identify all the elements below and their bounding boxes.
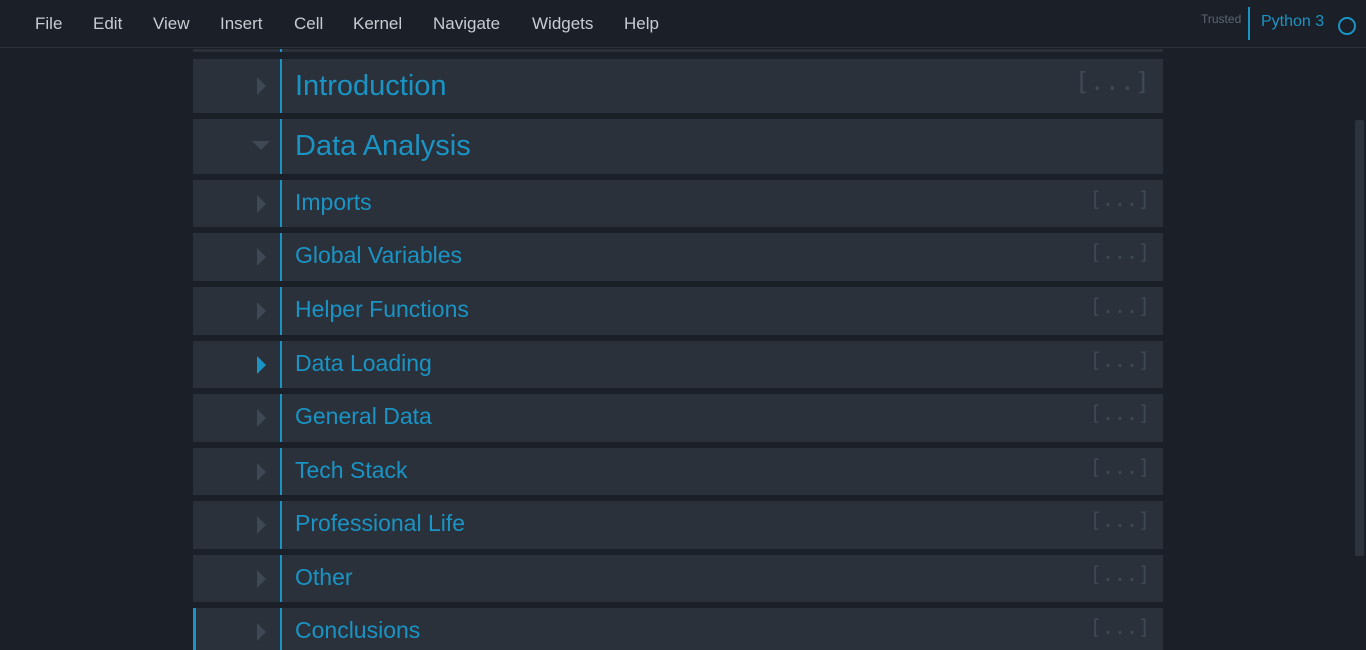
- caret-right-icon[interactable]: [257, 516, 266, 534]
- cell-prompt-area[interactable]: [193, 180, 280, 227]
- caret-right-icon[interactable]: [257, 77, 266, 95]
- menu-cell[interactable]: Cell: [294, 14, 323, 34]
- menu-view[interactable]: View: [153, 14, 190, 34]
- cell-input-border: [280, 341, 282, 388]
- heading-cell[interactable]: Introduction [...]: [193, 59, 1163, 113]
- collapsed-ellipsis[interactable]: [...]: [1090, 455, 1150, 479]
- cell-heading-text[interactable]: General Data: [295, 403, 432, 430]
- cell-prompt-area[interactable]: [193, 608, 280, 650]
- cell-input-border: [280, 448, 282, 495]
- kernel-separator: [1248, 7, 1250, 40]
- cell-heading-text[interactable]: Global Variables: [295, 242, 462, 269]
- caret-right-icon[interactable]: [257, 570, 266, 588]
- heading-cell[interactable]: Tech Stack [...]: [193, 448, 1163, 495]
- collapsed-ellipsis[interactable]: [...]: [1090, 187, 1150, 211]
- caret-right-icon[interactable]: [257, 356, 266, 374]
- heading-cell[interactable]: Other [...]: [193, 555, 1163, 602]
- heading-cell[interactable]: Imports [...]: [193, 180, 1163, 227]
- cell-prompt-area[interactable]: [193, 448, 280, 495]
- notebook-container: Introduction [...] Data Analysis Imports [..…: [0, 49, 1352, 650]
- cell-input-border: [280, 394, 282, 442]
- collapsed-ellipsis[interactable]: [...]: [1090, 294, 1150, 318]
- cell-heading-text[interactable]: Imports: [295, 189, 372, 216]
- cell-input-border: [280, 287, 282, 335]
- selected-cell-marker: [193, 608, 196, 650]
- menu-kernel[interactable]: Kernel: [353, 14, 402, 34]
- heading-cell[interactable]: Global Variables [...]: [193, 233, 1163, 281]
- heading-cell[interactable]: General Data [...]: [193, 394, 1163, 442]
- collapsed-ellipsis[interactable]: [...]: [1090, 562, 1150, 586]
- collapsed-ellipsis[interactable]: [...]: [1090, 240, 1150, 264]
- kernel-idle-circle-icon: [1338, 17, 1356, 35]
- cell-input-border: [280, 555, 282, 602]
- cell-heading-text[interactable]: Conclusions: [295, 617, 420, 644]
- cell-heading-text[interactable]: Introduction: [295, 70, 447, 103]
- cell-prompt-area[interactable]: [193, 59, 280, 113]
- heading-cell[interactable]: Professional Life [...]: [193, 501, 1163, 549]
- heading-cell[interactable]: Data Loading [...]: [193, 341, 1163, 388]
- caret-right-icon[interactable]: [257, 623, 266, 641]
- heading-cell[interactable]: Helper Functions [...]: [193, 287, 1163, 335]
- collapsed-ellipsis[interactable]: [...]: [1075, 67, 1150, 96]
- menu-help[interactable]: Help: [624, 14, 659, 34]
- caret-down-icon[interactable]: [252, 141, 270, 150]
- heading-cell[interactable]: Conclusions [...]: [193, 608, 1163, 650]
- cell-prompt-area[interactable]: [193, 555, 280, 602]
- cell-prompt-area[interactable]: [193, 233, 280, 281]
- cell-prompt-area[interactable]: [193, 394, 280, 442]
- cell-input-border: [280, 119, 282, 174]
- menu-navigate[interactable]: Navigate: [433, 14, 500, 34]
- collapsed-ellipsis[interactable]: [...]: [1090, 615, 1150, 639]
- caret-right-icon[interactable]: [257, 195, 266, 213]
- collapsed-ellipsis[interactable]: [...]: [1090, 401, 1150, 425]
- menu-insert[interactable]: Insert: [220, 14, 263, 34]
- cell-input-border: [280, 180, 282, 227]
- menu-edit[interactable]: Edit: [93, 14, 122, 34]
- cell-prompt-area[interactable]: [193, 501, 280, 549]
- caret-right-icon[interactable]: [257, 302, 266, 320]
- collapsed-ellipsis[interactable]: [...]: [1090, 348, 1150, 372]
- caret-right-icon[interactable]: [257, 248, 266, 266]
- kernel-name[interactable]: Python 3: [1261, 13, 1324, 31]
- caret-right-icon[interactable]: [257, 463, 266, 481]
- cell-heading-text[interactable]: Data Analysis: [295, 130, 471, 163]
- caret-right-icon[interactable]: [257, 409, 266, 427]
- cell-heading-text[interactable]: Tech Stack: [295, 457, 408, 484]
- cell-heading-text[interactable]: Helper Functions: [295, 296, 469, 323]
- heading-cell[interactable]: Data Analysis: [193, 119, 1163, 174]
- menubar: File Edit View Insert Cell Kernel Naviga…: [0, 0, 1366, 48]
- cell-prompt-area[interactable]: [193, 287, 280, 335]
- cell-input-border: [280, 501, 282, 549]
- scrollbar-thumb[interactable]: [1355, 120, 1364, 556]
- cell-heading-text[interactable]: Professional Life: [295, 510, 465, 537]
- cell-input-border: [280, 233, 282, 281]
- cell-input-border: [280, 59, 282, 113]
- cell-prompt-area[interactable]: [193, 341, 280, 388]
- cell-heading-text[interactable]: Data Loading: [295, 350, 432, 377]
- cell-heading-text[interactable]: Other: [295, 564, 353, 591]
- cell-input-border: [280, 608, 282, 650]
- menu-widgets[interactable]: Widgets: [532, 14, 593, 34]
- trusted-indicator[interactable]: Trusted: [1201, 12, 1241, 26]
- menu-file[interactable]: File: [35, 14, 62, 34]
- collapsed-ellipsis[interactable]: [...]: [1090, 508, 1150, 532]
- previous-cell-edge: [193, 49, 1163, 52]
